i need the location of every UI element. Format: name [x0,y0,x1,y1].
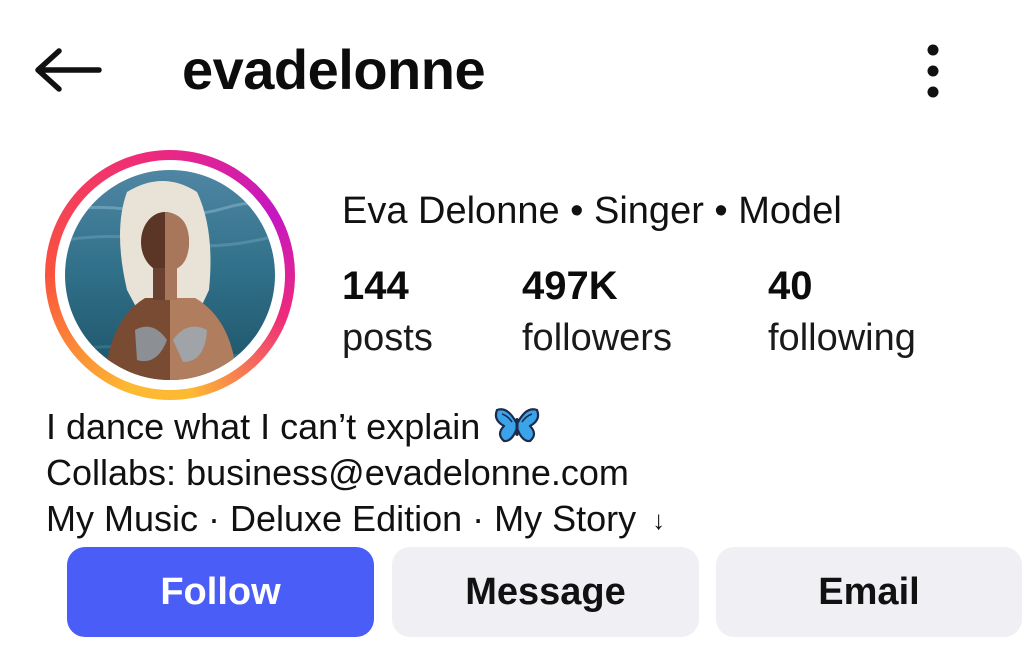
followers-label: followers [522,317,672,359]
page-title: evadelonne [182,38,486,101]
bio-line-1: I dance what I can’t explain [46,404,665,450]
avatar [65,170,275,380]
stat-followers[interactable]: 497K followers [522,262,672,366]
profile-display-name: Eva Delonne • Singer • Model [342,190,842,232]
bio-links[interactable]: My Music · Deluxe Edition · My Story ↓ [46,496,665,542]
following-count: 40 [768,264,813,308]
email-button[interactable]: Email [716,547,1022,637]
avatar-story-ring[interactable] [45,150,295,400]
bio-email-link[interactable]: Collabs: business@evadelonne.com [46,450,665,496]
profile-bio: I dance what I can’t explain Collabs: bu… [46,404,665,542]
posts-label: posts [342,317,433,359]
more-vertical-icon [927,44,939,98]
followers-count: 497K [522,264,618,308]
butterfly-emoji-icon [494,404,540,455]
bio-links-text: My Music · Deluxe Edition · My Story [46,498,637,539]
follow-button[interactable]: Follow [67,547,374,637]
stat-posts[interactable]: 144 posts [342,262,433,366]
bio-tagline: I dance what I can’t explain [46,406,481,448]
more-options-button[interactable] [912,40,954,102]
back-button[interactable] [30,40,106,100]
stat-following[interactable]: 40 following [768,262,916,366]
following-label: following [768,317,916,359]
arrow-left-icon [35,48,102,92]
arrow-down-icon: ↓ [652,505,666,535]
posts-count: 144 [342,264,409,308]
message-button[interactable]: Message [392,547,699,637]
